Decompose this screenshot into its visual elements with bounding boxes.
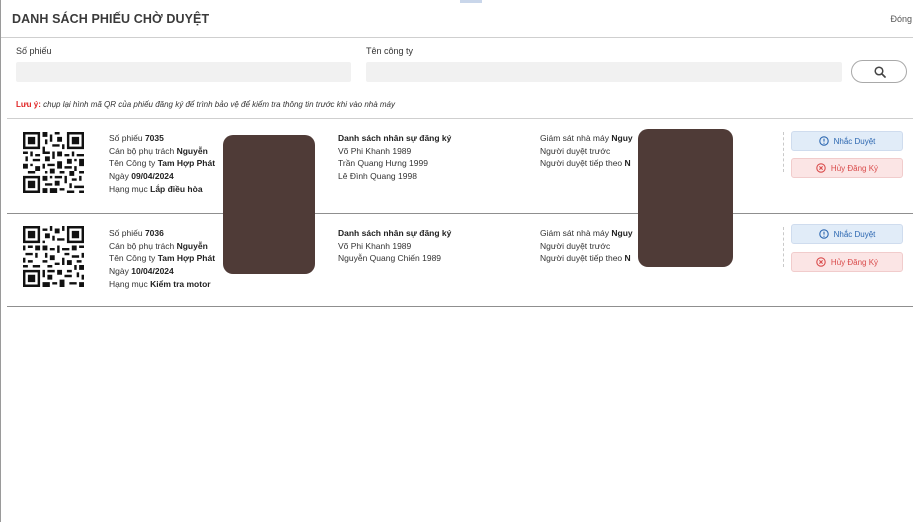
- note-warning: Lưu ý:: [16, 100, 41, 109]
- giam-sat-value: Nguy: [611, 228, 633, 238]
- approval-info: Giám sát nhà máy Nguy Người duyệt trước …: [540, 227, 633, 265]
- search-button[interactable]: [851, 60, 907, 83]
- personnel-list: Danh sách nhân sự đăng ký Võ Phi Khanh 1…: [338, 132, 451, 183]
- can-bo-row: Cán bộ phụ trách Nguyễn: [109, 240, 215, 253]
- personnel-title: Danh sách nhân sự đăng ký: [338, 228, 452, 238]
- ngay-label: Ngày: [109, 266, 129, 277]
- cancel-registration-button[interactable]: Hủy Đăng Ký: [791, 158, 903, 178]
- divider: [7, 213, 913, 214]
- remind-button[interactable]: Nhắc Duyệt: [791, 131, 903, 151]
- duyet-tiep-label: Người duyệt tiếp theo: [540, 158, 623, 169]
- can-bo-row: Cán bộ phụ trách Nguyễn: [109, 145, 215, 158]
- info-icon: [818, 136, 829, 146]
- can-bo-label: Cán bộ phụ trách: [109, 240, 175, 251]
- remind-button[interactable]: Nhắc Duyệt: [791, 224, 903, 244]
- ngay-value: 10/04/2024: [131, 266, 174, 277]
- giam-sat-value: Nguy: [611, 133, 633, 143]
- personnel-item: Trần Quang Hưng 1999: [338, 158, 428, 169]
- remind-label: Nhắc Duyệt: [833, 136, 876, 146]
- so-phieu-row: Số phiếu 7036: [109, 227, 215, 240]
- so-phieu-value: 7036: [144, 228, 164, 238]
- duyet-tiep-value: N: [624, 253, 631, 264]
- note-body: chụp lại hình mã QR của phiếu đăng ký để…: [40, 100, 396, 109]
- record-info: Số phiếu 7036 Cán bộ phụ trách Nguyễn Tê…: [109, 227, 215, 291]
- cancel-circle-icon: [816, 163, 826, 173]
- cong-ty-row: Tên Công ty Tam Hợp Phát: [109, 157, 215, 170]
- info-icon: [818, 229, 829, 239]
- hang-muc-label: Hạng mục: [109, 278, 148, 289]
- cong-ty-label: Tên Công ty: [109, 253, 156, 264]
- cancel-label: Hủy Đăng Ký: [830, 163, 879, 173]
- hang-muc-value: Kiểm tra motor: [150, 278, 211, 289]
- duyet-tiep-value: N: [624, 158, 631, 169]
- cancel-circle-icon: [816, 257, 826, 267]
- cong-ty-input[interactable]: [366, 62, 842, 82]
- record-info: Số phiếu 7035 Cán bộ phụ trách Nguyễn Tê…: [109, 132, 215, 196]
- giam-sat-label: Giám sát nhà máy: [540, 228, 609, 238]
- redaction-block: [223, 135, 315, 274]
- page-title: DANH SÁCH PHIẾU CHỜ DUYỆT: [12, 12, 210, 26]
- hang-muc-row: Hạng mục Lắp điều hòa: [109, 183, 215, 196]
- so-phieu-label: Số phiếu: [109, 228, 143, 238]
- ngay-row: Ngày 09/04/2024: [109, 170, 215, 183]
- column-separator: [783, 132, 784, 172]
- personnel-item: Võ Phi Khanh 1989: [338, 240, 412, 251]
- ngay-row: Ngày 10/04/2024: [109, 265, 215, 278]
- ngay-label: Ngày: [109, 171, 129, 182]
- so-phieu-input[interactable]: [16, 62, 351, 82]
- hang-muc-row: Hạng mục Kiểm tra motor: [109, 278, 215, 291]
- hang-muc-value: Lắp điều hòa: [150, 183, 203, 194]
- cong-ty-row: Tên Công ty Tam Hợp Phát: [109, 252, 215, 265]
- personnel-item: Võ Phi Khanh 1989: [338, 145, 412, 156]
- close-button[interactable]: Đóng: [890, 14, 912, 24]
- divider: [7, 306, 913, 307]
- cancel-registration-button[interactable]: Hủy Đăng Ký: [791, 252, 903, 272]
- personnel-item: Nguyễn Quang Chiến 1989: [338, 253, 442, 264]
- remind-label: Nhắc Duyệt: [833, 229, 876, 239]
- qr-code-icon: [23, 226, 84, 287]
- giam-sat-label: Giám sát nhà máy: [540, 133, 609, 143]
- can-bo-value: Nguyễn: [176, 145, 208, 156]
- can-bo-label: Cán bộ phụ trách: [109, 145, 175, 156]
- so-phieu-label: Số phiếu: [109, 133, 143, 143]
- can-bo-value: Nguyễn: [176, 240, 208, 251]
- so-phieu-label: Số phiếu: [16, 46, 52, 56]
- so-phieu-row: Số phiếu 7035: [109, 132, 215, 145]
- personnel-list: Danh sách nhân sự đăng ký Võ Phi Khanh 1…: [338, 227, 451, 265]
- redaction-block: [638, 129, 733, 267]
- qr-code-icon: [23, 132, 84, 193]
- duyet-truoc-label: Người duyệt trước: [540, 145, 611, 156]
- duyet-tiep-label: Người duyệt tiếp theo: [540, 253, 623, 264]
- divider: [7, 118, 913, 119]
- approval-info: Giám sát nhà máy Nguy Người duyệt trước …: [540, 132, 633, 170]
- cancel-label: Hủy Đăng Ký: [830, 257, 879, 267]
- record-card: Số phiếu 7035 Cán bộ phụ trách Nguyễn Tê…: [7, 120, 913, 210]
- so-phieu-value: 7035: [144, 133, 164, 143]
- search-icon: [874, 66, 886, 78]
- personnel-item: Lê Đình Quang 1998: [338, 171, 417, 182]
- cong-ty-label: Tên công ty: [366, 46, 414, 56]
- cong-ty-label: Tên Công ty: [109, 158, 156, 169]
- dialog-window: DANH SÁCH PHIẾU CHỜ DUYỆT Đóng Số phiếu …: [0, 0, 913, 522]
- note-text: Lưu ý: chụp lại hình mã QR của phiếu đăn…: [16, 100, 395, 109]
- cong-ty-value: Tam Hợp Phát: [157, 158, 216, 169]
- dialog-header: DANH SÁCH PHIẾU CHỜ DUYỆT Đóng: [1, 0, 913, 38]
- personnel-title: Danh sách nhân sự đăng ký: [338, 133, 452, 143]
- duyet-truoc-label: Người duyệt trước: [540, 240, 611, 251]
- cong-ty-value: Tam Hợp Phát: [157, 253, 216, 264]
- ngay-value: 09/04/2024: [131, 171, 174, 182]
- record-card: Số phiếu 7036 Cán bộ phụ trách Nguyễn Tê…: [7, 215, 913, 305]
- hang-muc-label: Hạng mục: [109, 183, 148, 194]
- column-separator: [783, 227, 784, 267]
